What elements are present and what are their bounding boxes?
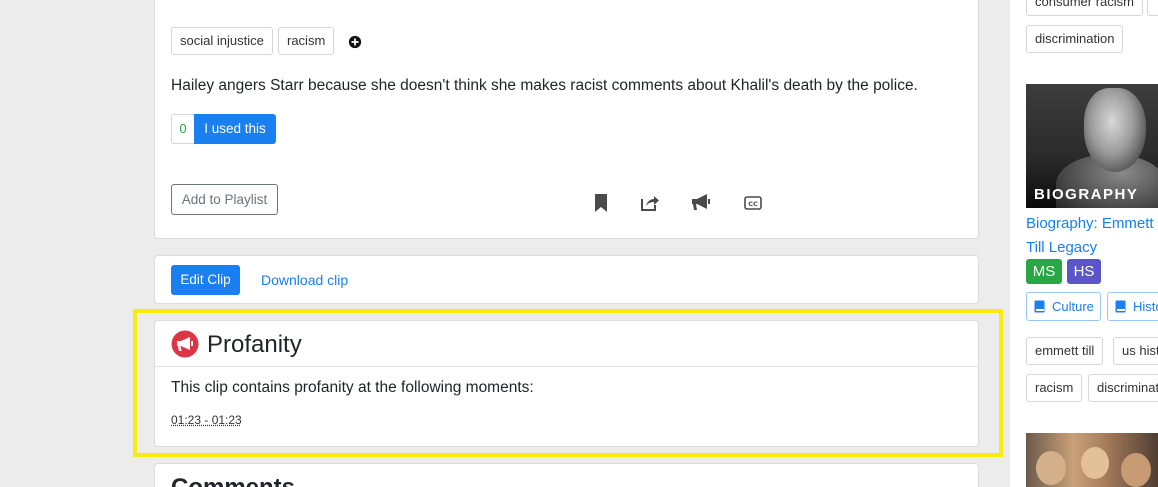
tag-emmett-till[interactable]: emmett till (1026, 337, 1103, 365)
comments-card: Comments (154, 463, 979, 487)
svg-text:CC: CC (748, 200, 758, 208)
tag-discrimination-side[interactable]: discrimination (1088, 374, 1158, 402)
subject-history-button[interactable]: History (1107, 292, 1158, 321)
i-used-this-button[interactable]: I used this (194, 114, 276, 144)
video-thumbnail-2[interactable] (1026, 433, 1158, 487)
grade-badge-hs: HS (1067, 259, 1101, 284)
book-icon (1034, 300, 1045, 313)
book-icon (1115, 300, 1126, 313)
subject-history-label: History (1133, 299, 1158, 314)
clip-card: social injustice racism Hailey angers St… (154, 0, 979, 239)
bookmark-icon[interactable] (594, 194, 608, 212)
video-thumbnail[interactable]: BIOGRAPHY (1026, 84, 1158, 208)
tag-consumer-racism[interactable]: consumer racism (1026, 0, 1143, 16)
comments-title: Comments (171, 474, 295, 487)
tag-social-injustice[interactable]: social injustice (171, 27, 273, 55)
tag-partial[interactable] (1147, 0, 1158, 16)
tag-racism-side[interactable]: racism (1026, 374, 1082, 402)
share-icon[interactable] (640, 194, 660, 212)
related-sidebar: consumer racism discrimination BIOGRAPHY… (1010, 0, 1158, 487)
subject-culture-label: Culture (1052, 299, 1094, 314)
tag-discrimination-top[interactable]: discrimination (1026, 25, 1123, 53)
closed-captions-icon[interactable]: CC (744, 196, 762, 210)
highlight-box (133, 309, 1003, 457)
clip-description: Hailey angers Starr because she doesn't … (171, 77, 918, 95)
add-tag-icon[interactable] (348, 35, 362, 49)
tag-us-history[interactable]: us history (1113, 337, 1158, 365)
video-title-link[interactable]: Biography: Emmett Till Legacy (1026, 212, 1158, 260)
download-clip-link[interactable]: Download clip (261, 272, 348, 288)
subject-culture-button[interactable]: Culture (1026, 292, 1101, 321)
add-to-playlist-button[interactable]: Add to Playlist (171, 184, 278, 215)
clip-actions-bar: Edit Clip Download clip (154, 255, 979, 304)
grade-badge-ms: MS (1026, 259, 1062, 284)
thumbnail-label: BIOGRAPHY (1034, 186, 1138, 203)
edit-clip-button[interactable]: Edit Clip (171, 265, 240, 295)
used-count: 0 (171, 114, 194, 144)
megaphone-icon[interactable] (691, 194, 711, 211)
tag-racism[interactable]: racism (278, 27, 334, 55)
